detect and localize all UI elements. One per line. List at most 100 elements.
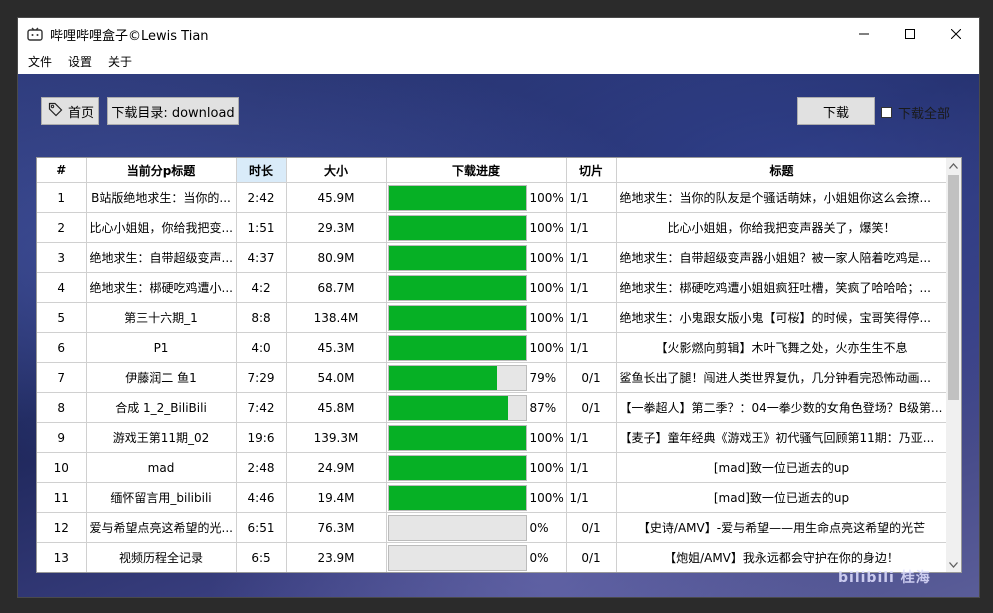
cell-part-title: 缅怀留言用_bilibili <box>86 482 237 513</box>
col-header-title[interactable]: 标题 <box>616 158 948 183</box>
progress-bar <box>387 485 527 511</box>
cell-duration: 1:51 <box>236 212 287 243</box>
cell-size: 138.4M <box>286 302 387 333</box>
table-row[interactable]: 11 缅怀留言用_bilibili 4:46 19.4M 100% 1/1 [mad]致一位… <box>37 482 948 513</box>
cell-slice: 0/1 <box>566 512 617 543</box>
home-button[interactable]: 首页 <box>41 97 99 125</box>
menu-settings[interactable]: 设置 <box>60 50 100 74</box>
vertical-scrollbar[interactable] <box>946 158 961 572</box>
cell-title: 【史诗/AMV】-爱与希望——用生命点亮这希望的光芒 <box>616 512 948 543</box>
tv-icon <box>27 26 43 42</box>
col-header-index[interactable]: # <box>37 158 87 183</box>
cell-title: 比心小姐姐，你给我把变声器关了，爆笑！ <box>616 212 948 243</box>
progress-percent: 100% <box>529 310 564 325</box>
col-header-part-title[interactable]: 当前分p标题 <box>86 158 237 183</box>
close-button[interactable] <box>933 18 979 50</box>
progress-bar <box>387 185 527 211</box>
cell-progress: 100% <box>386 212 567 243</box>
progress-bar-fill <box>388 306 526 330</box>
cell-progress: 0% <box>386 542 567 572</box>
cell-progress: 100% <box>386 452 567 483</box>
tag-icon <box>48 102 63 121</box>
minimize-button[interactable] <box>841 18 887 50</box>
table-row[interactable]: 13 视频历程全记录 6:5 23.9M 0% 0/1 【炮姐/AMV】我永远都会守护在你的… <box>37 542 948 572</box>
cell-slice: 1/1 <box>566 242 617 273</box>
table-row[interactable]: 10 mad 2:48 24.9M 100% 1/1 [mad]致一位已逝去的up <box>37 452 948 483</box>
cell-title: [mad]致一位已逝去的up <box>616 482 948 513</box>
menu-about[interactable]: 关于 <box>100 50 140 74</box>
home-label: 首页 <box>68 105 95 121</box>
progress-percent: 0% <box>529 520 549 535</box>
col-header-progress[interactable]: 下载进度 <box>386 158 567 183</box>
table-row[interactable]: 1 B站版绝地求生：当你的... 2:42 45.9M 100% 1/1 绝地求生：当你的队… <box>37 182 948 213</box>
cell-title: 【麦子】童年经典《游戏王》初代骚气回顾第11期：乃亚... <box>616 422 948 453</box>
download-all-label: 下载全部 <box>898 107 951 122</box>
menu-file[interactable]: 文件 <box>20 50 60 74</box>
table-row[interactable]: 6 P1 4:0 45.3M 100% 1/1 【火影燃向剪辑】木叶飞舞之处，火亦生生不息 <box>37 332 948 363</box>
cell-part-title: P1 <box>86 332 237 363</box>
cell-size: 80.9M <box>286 242 387 273</box>
progress-bar <box>387 455 527 481</box>
col-header-size[interactable]: 大小 <box>286 158 387 183</box>
cell-part-title: 绝地求生：自带超级变声... <box>86 242 237 273</box>
cell-size: 45.9M <box>286 182 387 213</box>
maximize-button[interactable] <box>887 18 933 50</box>
cell-progress: 100% <box>386 302 567 333</box>
cell-slice: 0/1 <box>566 542 617 572</box>
download-dir-button[interactable]: 下载目录: download <box>107 97 239 125</box>
progress-percent: 100% <box>529 340 564 355</box>
cell-slice: 1/1 <box>566 272 617 303</box>
maximize-icon <box>905 29 915 39</box>
col-header-duration[interactable]: 时长 <box>236 158 287 183</box>
cell-part-title: 爱与希望点亮这希望的光... <box>86 512 237 543</box>
cell-size: 68.7M <box>286 272 387 303</box>
download-all-checkbox[interactable]: 下载全部 <box>881 103 950 122</box>
cell-duration: 4:0 <box>236 332 287 363</box>
cell-progress: 0% <box>386 512 567 543</box>
progress-bar-fill <box>388 276 526 300</box>
cell-index: 6 <box>37 332 87 363</box>
progress-bar <box>387 365 527 391</box>
cell-slice: 1/1 <box>566 482 617 513</box>
table-row[interactable]: 12 爱与希望点亮这希望的光... 6:51 76.3M 0% 0/1 【史诗/AMV】-爱… <box>37 512 948 543</box>
cell-duration: 7:42 <box>236 392 287 423</box>
col-header-slice[interactable]: 切片 <box>566 158 617 183</box>
cell-index: 10 <box>37 452 87 483</box>
progress-percent: 100% <box>529 460 564 475</box>
cell-duration: 6:51 <box>236 512 287 543</box>
cell-duration: 6:5 <box>236 542 287 572</box>
cell-duration: 4:37 <box>236 242 287 273</box>
table-row[interactable]: 8 合成 1_2_BiliBili 7:42 45.8M 87% 0/1 【一拳超人】第二季… <box>37 392 948 423</box>
cell-size: 76.3M <box>286 512 387 543</box>
cell-size: 24.9M <box>286 452 387 483</box>
title-bar[interactable]: 哔哩哔哩盒子©Lewis Tian <box>18 18 979 50</box>
table-row[interactable]: 4 绝地求生：梆硬吃鸡遭小... 4:2 68.7M 100% 1/1 绝地求生：梆硬吃鸡遭… <box>37 272 948 303</box>
progress-bar <box>387 515 527 541</box>
cell-size: 29.3M <box>286 212 387 243</box>
window-title: 哔哩哔哩盒子©Lewis Tian <box>50 28 209 44</box>
table-row[interactable]: 3 绝地求生：自带超级变声... 4:37 80.9M 100% 1/1 绝地求生：自带超级… <box>37 242 948 273</box>
watermark: bilibili 桂海 <box>838 570 931 586</box>
table-row[interactable]: 5 第三十六期_1 8:8 138.4M 100% 1/1 绝地求生：小鬼跟女版小鬼【可桜】… <box>37 302 948 333</box>
download-table[interactable]: # 当前分p标题 时长 大小 下载进度 切片 标题 1 B站版绝地求生：当你的..… <box>36 157 962 573</box>
cell-slice: 1/1 <box>566 422 617 453</box>
scrollbar-thumb[interactable] <box>948 175 959 400</box>
cell-duration: 19:6 <box>236 422 287 453</box>
scroll-down-icon[interactable] <box>946 557 961 572</box>
checkbox-box[interactable] <box>881 107 892 118</box>
cell-index: 5 <box>37 302 87 333</box>
table-row[interactable]: 7 伊藤润二 鱼1 7:29 54.0M 79% 0/1 鲨鱼长出了腿！闯进人类世界复仇，几… <box>37 362 948 393</box>
download-button[interactable]: 下载 <box>797 97 875 125</box>
cell-size: 45.3M <box>286 332 387 363</box>
cell-slice: 1/1 <box>566 212 617 243</box>
progress-bar <box>387 395 527 421</box>
cell-slice: 0/1 <box>566 362 617 393</box>
cell-slice: 1/1 <box>566 452 617 483</box>
table-row[interactable]: 9 游戏王第11期_02 19:6 139.3M 100% 1/1 【麦子】童年经典《游戏王… <box>37 422 948 453</box>
cell-progress: 100% <box>386 182 567 213</box>
progress-bar <box>387 425 527 451</box>
table-row[interactable]: 2 比心小姐姐，你给我把变... 1:51 29.3M 100% 1/1 比心小姐姐，你给我… <box>37 212 948 243</box>
progress-bar <box>387 275 527 301</box>
scroll-up-icon[interactable] <box>946 158 961 173</box>
cell-progress: 100% <box>386 272 567 303</box>
